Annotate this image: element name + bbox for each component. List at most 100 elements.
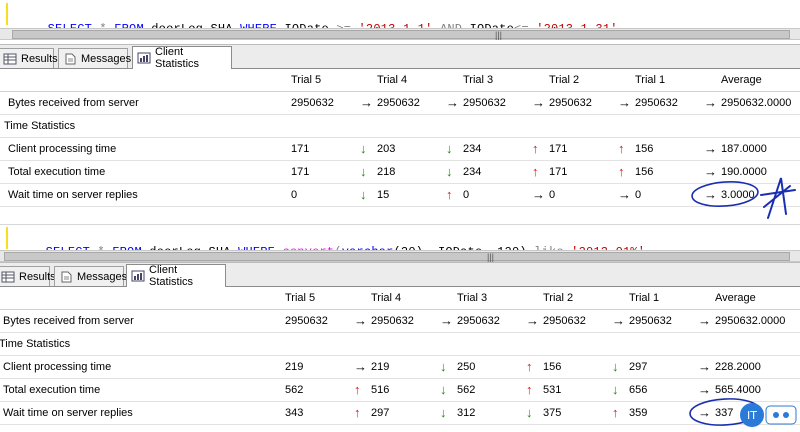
document-icon [59, 271, 73, 283]
tab-results[interactable]: Results [0, 266, 56, 286]
row-label: Total execution time [8, 166, 106, 178]
arrow-down-icon: ↓ [440, 405, 447, 420]
arrow-right-icon: → [526, 313, 539, 328]
arrow-right-icon: → [704, 141, 717, 156]
arrow-up-icon: ↑ [532, 164, 539, 179]
arrow-down-icon: ↓ [612, 382, 619, 397]
tab-messages[interactable]: Messages [58, 48, 131, 68]
tab-label: Results [19, 270, 56, 283]
editor-horizontal-scrollbar-2[interactable]: ||| [0, 250, 800, 262]
scroll-grip-icon: ||| [487, 252, 495, 262]
row-label: Bytes received from server [8, 97, 139, 109]
stat-value: 656 [629, 384, 648, 396]
row-label: Wait time on server replies [8, 189, 138, 201]
arrow-right-icon: → [440, 313, 453, 328]
stat-value: 337 [715, 407, 734, 419]
stats-row: Client processing time 171 ↓ 203 ↓ 234 ↑ 171 ↑ 15… [0, 138, 800, 161]
stat-value: 297 [629, 361, 648, 373]
arrow-right-icon: → [698, 405, 711, 420]
tab-messages[interactable]: Messages [54, 266, 128, 286]
stats-row: Total execution time 171 ↓ 218 ↓ 234 ↑ 171 ↑ 156 →… [0, 161, 800, 184]
scrollbar-thumb[interactable]: ||| [4, 252, 790, 262]
stat-value: 190.0000 [721, 166, 767, 178]
stat-value: 203 [377, 143, 396, 155]
stat-value: 343 [285, 407, 304, 419]
stat-value: 312 [457, 407, 476, 419]
statistics-icon [131, 270, 145, 282]
stat-value: 2950632 [629, 315, 672, 327]
scrollbar-thumb[interactable]: ||| [12, 30, 790, 40]
stat-value: 171 [291, 143, 310, 155]
arrow-up-icon: ↑ [446, 187, 453, 202]
row-label: Client processing time [3, 361, 112, 373]
arrow-down-icon: ↓ [612, 359, 619, 374]
arrow-right-icon: → [698, 382, 711, 397]
stat-value: 0 [635, 189, 642, 201]
tab-label: Messages [77, 270, 128, 283]
change-marker [6, 3, 8, 25]
arrow-down-icon: ↓ [446, 141, 453, 156]
results-tabbar-1: Results Messages Client Statistics [0, 44, 800, 70]
stat-value: 234 [463, 143, 482, 155]
stat-value: 156 [543, 361, 562, 373]
arrow-right-icon: → [704, 187, 717, 202]
client-statistics-grid-2: Trial 5 Trial 4 Trial 3 Trial 2 Trial 1 … [0, 287, 800, 432]
editor-horizontal-scrollbar-1[interactable]: ||| [0, 28, 800, 40]
stat-value: 187.0000 [721, 143, 767, 155]
tab-label: Client Statistics [155, 46, 200, 70]
column-header: Trial 3 [457, 292, 488, 304]
stat-value: 228.2000 [715, 361, 761, 373]
stat-value: 156 [635, 143, 654, 155]
stat-value: 219 [285, 361, 304, 373]
arrow-right-icon: → [704, 95, 717, 110]
tab-client-statistics[interactable]: Client Statistics [126, 264, 226, 288]
stat-value: 2950632.0000 [721, 97, 792, 109]
column-header: Trial 5 [291, 74, 322, 86]
section-label: Time Statistics [0, 338, 71, 350]
arrow-right-icon: → [618, 95, 631, 110]
arrow-down-icon: ↓ [526, 405, 533, 420]
arrow-right-icon: → [532, 95, 545, 110]
scroll-grip-icon: ||| [495, 30, 503, 40]
client-statistics-grid-1: Trial 5 Trial 4 Trial 3 Trial 2 Trial 1 … [0, 69, 800, 212]
stat-value: 171 [549, 143, 568, 155]
query-editor-1[interactable]: SELECT * FROM doorLog_SHA WHERE IODate >… [0, 0, 800, 36]
stat-value: 219 [371, 361, 390, 373]
arrow-up-icon: ↑ [612, 405, 619, 420]
header-row: Trial 5 Trial 4 Trial 3 Trial 2 Trial 1 … [0, 287, 800, 310]
stat-value: 2950632 [371, 315, 414, 327]
stat-value: 15 [377, 189, 390, 201]
tab-label: Client Statistics [149, 264, 194, 288]
arrow-down-icon: ↓ [440, 359, 447, 374]
section-row: Time Statistics [0, 115, 800, 138]
tab-results[interactable]: Results [0, 48, 58, 68]
stat-value: 171 [549, 166, 568, 178]
stat-value: 531 [543, 384, 562, 396]
row-label: Client processing time [8, 143, 117, 155]
grid-icon [1, 271, 15, 283]
arrow-up-icon: ↑ [532, 141, 539, 156]
stats-row: Wait time on server replies 343 ↑ 297 ↓ 312 ↓ 3… [0, 402, 800, 425]
stat-value: 297 [371, 407, 390, 419]
arrow-right-icon: → [612, 313, 625, 328]
arrow-right-icon: → [446, 95, 459, 110]
stat-value: 2950632 [457, 315, 500, 327]
stat-value: 375 [543, 407, 562, 419]
column-header: Trial 4 [371, 292, 402, 304]
column-header: Trial 1 [635, 74, 666, 86]
row-label: Wait time on server replies [3, 407, 133, 419]
header-row: Trial 5 Trial 4 Trial 3 Trial 2 Trial 1 … [0, 69, 800, 92]
stats-row: Total execution time 562 ↑ 516 ↓ 562 ↑ 531 ↓ 656 →… [0, 379, 800, 402]
arrow-up-icon: ↑ [618, 141, 625, 156]
stat-value: 171 [291, 166, 310, 178]
stat-value: 2950632 [285, 315, 328, 327]
arrow-right-icon: → [618, 187, 631, 202]
stat-value: 250 [457, 361, 476, 373]
column-header: Trial 3 [463, 74, 494, 86]
statistics-icon [137, 52, 151, 64]
tab-client-statistics[interactable]: Client Statistics [132, 46, 232, 70]
query-editor-2[interactable]: SELECT * FROM doorLog_SHA WHERE convert(… [0, 224, 800, 259]
arrow-right-icon: → [704, 164, 717, 179]
stat-value: 359 [629, 407, 648, 419]
stat-value: 2950632 [635, 97, 678, 109]
